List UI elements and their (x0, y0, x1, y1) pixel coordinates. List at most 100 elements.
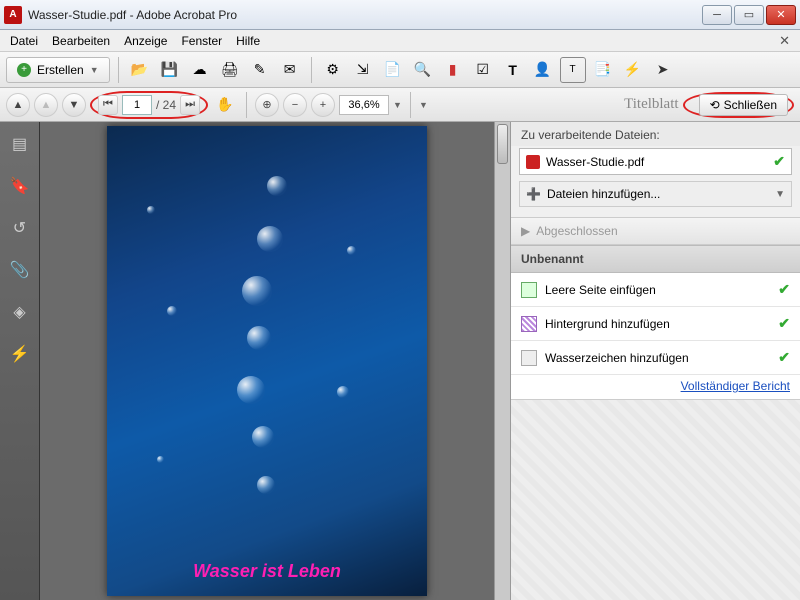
menubar-close-icon[interactable]: ✕ (779, 33, 790, 49)
add-files-button[interactable]: ➕ Dateien hinzufügen... ▼ (519, 181, 792, 207)
left-nav-rail: ▤ 🔖 ↺ 📎 ◈ ⚡ (0, 122, 40, 600)
open-button[interactable]: 📂 (127, 57, 153, 83)
attachments-tab[interactable]: 📎 (8, 258, 32, 282)
tool-text-icon[interactable]: T (500, 57, 526, 83)
toolbar-separator (118, 57, 119, 83)
page-caption: Wasser ist Leben (107, 561, 427, 582)
tool-extract-icon[interactable]: 📑 (590, 57, 616, 83)
create-button-label: Erstellen (37, 63, 84, 77)
minimize-button[interactable]: ─ (702, 5, 732, 25)
add-files-label: Dateien hinzufügen... (547, 187, 660, 201)
page-total-label: / 24 (156, 98, 176, 112)
action-insert-blank-page[interactable]: Leere Seite einfügen ✔ (511, 273, 800, 307)
close-panel-button[interactable]: ⟲ Schließen (699, 94, 788, 116)
status-label: Abgeschlossen (536, 224, 617, 238)
close-panel-label: Schließen (724, 98, 777, 112)
tool-textbox-icon[interactable]: T (560, 57, 586, 83)
plus-icon: + (17, 63, 31, 77)
nav-back-button[interactable]: ▲ (34, 93, 58, 117)
window-title: Wasser-Studie.pdf - Adobe Acrobat Pro (28, 8, 702, 22)
action-label: Wasserzeichen hinzufügen (545, 351, 689, 365)
file-name: Wasser-Studie.pdf (546, 155, 644, 169)
window-titlebar: A Wasser-Studie.pdf - Adobe Acrobat Pro … (0, 0, 800, 30)
tags-tab[interactable]: ⚡ (8, 342, 32, 366)
dropdown-arrow-icon: ▼ (775, 189, 785, 200)
check-icon: ✔ (778, 281, 790, 298)
background-icon (521, 316, 537, 332)
tool-select-icon[interactable]: ➤ (650, 57, 676, 83)
toolbar-separator (246, 92, 247, 118)
window-close-button[interactable]: ✕ (766, 5, 796, 25)
work-area: ▤ 🔖 ↺ 📎 ◈ ⚡ Wasser ist Leben Zu verarbei… (0, 122, 800, 600)
page-nav-toolbar: ▲ ▲ ▼ ⏮ / 24 ⏭ ✋ ⊕ − + ▼ ▼ Titelblatt ⟲ … (0, 88, 800, 122)
edit-button[interactable]: ✎ (247, 57, 273, 83)
layers-tab[interactable]: ↺ (8, 216, 32, 240)
dropdown-arrow-icon: ▼ (90, 65, 99, 75)
marquee-zoom-button[interactable]: ⊕ (255, 93, 279, 117)
titelblatt-label: Titelblatt (624, 96, 678, 113)
thumbnails-tab[interactable]: ▤ (8, 132, 32, 156)
pdf-file-icon (526, 155, 540, 169)
status-row: ▶ Abgeschlossen (511, 217, 800, 245)
action-add-watermark[interactable]: Wasserzeichen hinzufügen ✔ (511, 341, 800, 375)
file-row[interactable]: Wasser-Studie.pdf ✔ (519, 148, 792, 175)
document-viewer[interactable]: Wasser ist Leben (40, 122, 494, 600)
full-report-link[interactable]: Vollständiger Bericht (511, 375, 800, 400)
last-page-button[interactable]: ⏭ (180, 95, 200, 115)
tool-color-icon[interactable]: ▮ (440, 57, 466, 83)
watermark-icon (521, 350, 537, 366)
zoom-in-button[interactable]: + (311, 93, 335, 117)
save-button[interactable]: 💾 (157, 57, 183, 83)
menubar: Datei Bearbeiten Anzeige Fenster Hilfe ✕ (0, 30, 800, 52)
zoom-dropdown-icon[interactable]: ▼ (393, 100, 402, 110)
pdf-page: Wasser ist Leben (107, 126, 427, 596)
close-panel-icon: ⟲ (710, 98, 720, 112)
tool-stamp-icon[interactable]: 👤 (530, 57, 556, 83)
check-icon: ✔ (778, 349, 790, 366)
menu-datei[interactable]: Datei (10, 34, 38, 48)
action-add-background[interactable]: Hintergrund hinzufügen ✔ (511, 307, 800, 341)
files-section-label: Zu verarbeitende Dateien: (511, 122, 800, 146)
tool-export-icon[interactable]: ⇲ (350, 57, 376, 83)
scrollbar-thumb[interactable] (497, 124, 508, 164)
add-files-icon: ➕ (526, 187, 541, 201)
maximize-button[interactable]: ▭ (734, 5, 764, 25)
section-header: Unbenannt (511, 245, 800, 273)
panel-empty-area (511, 400, 800, 600)
first-page-button[interactable]: ⏮ (98, 95, 118, 115)
create-button[interactable]: + Erstellen ▼ (6, 57, 110, 83)
print-button[interactable]: 🖨 (217, 57, 243, 83)
zoom-level-input[interactable] (339, 95, 389, 115)
signatures-tab[interactable]: ◈ (8, 300, 32, 324)
hand-tool-button[interactable]: ✋ (212, 92, 238, 118)
check-icon: ✔ (773, 153, 785, 170)
nav-up-button[interactable]: ▲ (6, 93, 30, 117)
nav-down-button[interactable]: ▼ (62, 93, 86, 117)
tool-page-icon[interactable]: 📄 (380, 57, 406, 83)
page-number-input[interactable] (122, 95, 152, 115)
tool-form-icon[interactable]: ☑ (470, 57, 496, 83)
menu-fenster[interactable]: Fenster (181, 34, 222, 48)
main-toolbar: + Erstellen ▼ 📂 💾 ☁ 🖨 ✎ ✉ ⚙ ⇲ 📄 🔍 ▮ ☑ T … (0, 52, 800, 88)
check-icon: ✔ (778, 315, 790, 332)
blank-page-icon (521, 282, 537, 298)
cloud-button[interactable]: ☁ (187, 57, 213, 83)
actions-panel: Zu verarbeitende Dateien: Wasser-Studie.… (510, 122, 800, 600)
email-button[interactable]: ✉ (277, 57, 303, 83)
zoom-out-button[interactable]: − (283, 93, 307, 117)
tool-gear-icon[interactable]: ⚙ (320, 57, 346, 83)
tool-action-icon[interactable]: ⚡ (620, 57, 646, 83)
action-label: Leere Seite einfügen (545, 283, 656, 297)
close-button-highlight: ⟲ Schließen (683, 92, 794, 118)
app-icon: A (4, 6, 22, 24)
toolbar-overflow-icon[interactable]: ▼ (419, 100, 428, 110)
tool-search-icon[interactable]: 🔍 (410, 57, 436, 83)
status-icon: ▶ (521, 224, 530, 238)
page-selector-highlight: ⏮ / 24 ⏭ (90, 91, 208, 119)
vertical-scrollbar[interactable] (494, 122, 510, 600)
menu-hilfe[interactable]: Hilfe (236, 34, 260, 48)
menu-anzeige[interactable]: Anzeige (124, 34, 167, 48)
bookmarks-tab[interactable]: 🔖 (8, 174, 32, 198)
toolbar-separator (311, 57, 312, 83)
menu-bearbeiten[interactable]: Bearbeiten (52, 34, 110, 48)
